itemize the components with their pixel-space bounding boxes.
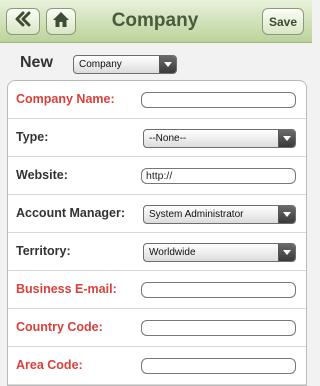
company-form: Company Name: Type: --None-- Website: ht… bbox=[7, 80, 307, 386]
company-name-label: Company Name: bbox=[16, 92, 115, 106]
account-manager-select[interactable]: System Administrator bbox=[143, 205, 296, 224]
form-row-area-code: Area Code: bbox=[8, 347, 306, 385]
account-manager-value: System Administrator bbox=[149, 209, 244, 220]
country-code-label: Country Code: bbox=[16, 320, 103, 334]
record-type-value: Company bbox=[79, 59, 122, 70]
website-input[interactable]: http:// bbox=[141, 168, 296, 184]
form-row-business-email: Business E-mail: bbox=[8, 271, 306, 309]
type-label: Type: bbox=[16, 130, 49, 144]
page-title: Company bbox=[111, 10, 199, 31]
type-select[interactable]: --None-- bbox=[143, 129, 296, 148]
form-row-company-name: Company Name: bbox=[8, 81, 306, 119]
territory-value: Worldwide bbox=[149, 247, 196, 258]
dropdown-arrow-icon bbox=[278, 206, 295, 223]
dropdown-arrow-icon bbox=[159, 56, 176, 73]
dropdown-arrow-icon bbox=[278, 130, 295, 147]
company-name-input[interactable] bbox=[141, 92, 296, 108]
business-email-label: Business E-mail: bbox=[16, 282, 117, 296]
form-row-country-code: Country Code: bbox=[8, 309, 306, 347]
double-chevron-left-icon bbox=[14, 11, 32, 32]
territory-select[interactable]: Worldwide bbox=[143, 243, 296, 262]
country-code-input[interactable] bbox=[141, 320, 296, 336]
back-button[interactable] bbox=[6, 8, 40, 35]
home-icon bbox=[52, 11, 70, 33]
dropdown-arrow-icon bbox=[278, 244, 295, 261]
form-row-account-manager: Account Manager: System Administrator bbox=[8, 195, 306, 233]
account-manager-label: Account Manager: bbox=[16, 206, 126, 220]
header-bar: Company Save bbox=[0, 0, 312, 43]
type-value: --None-- bbox=[149, 133, 187, 144]
save-button[interactable]: Save bbox=[262, 8, 304, 35]
form-row-territory: Territory: Worldwide bbox=[8, 233, 306, 271]
area-code-input[interactable] bbox=[141, 358, 296, 374]
business-email-input[interactable] bbox=[141, 282, 296, 298]
form-row-website: Website: http:// bbox=[8, 157, 306, 195]
home-button[interactable] bbox=[46, 8, 76, 35]
form-row-type: Type: --None-- bbox=[8, 119, 306, 157]
record-type-select[interactable]: Company bbox=[73, 55, 177, 74]
website-label: Website: bbox=[16, 168, 68, 182]
territory-label: Territory: bbox=[16, 244, 71, 258]
area-code-label: Area Code: bbox=[16, 358, 83, 372]
record-type-label: New bbox=[20, 54, 53, 71]
